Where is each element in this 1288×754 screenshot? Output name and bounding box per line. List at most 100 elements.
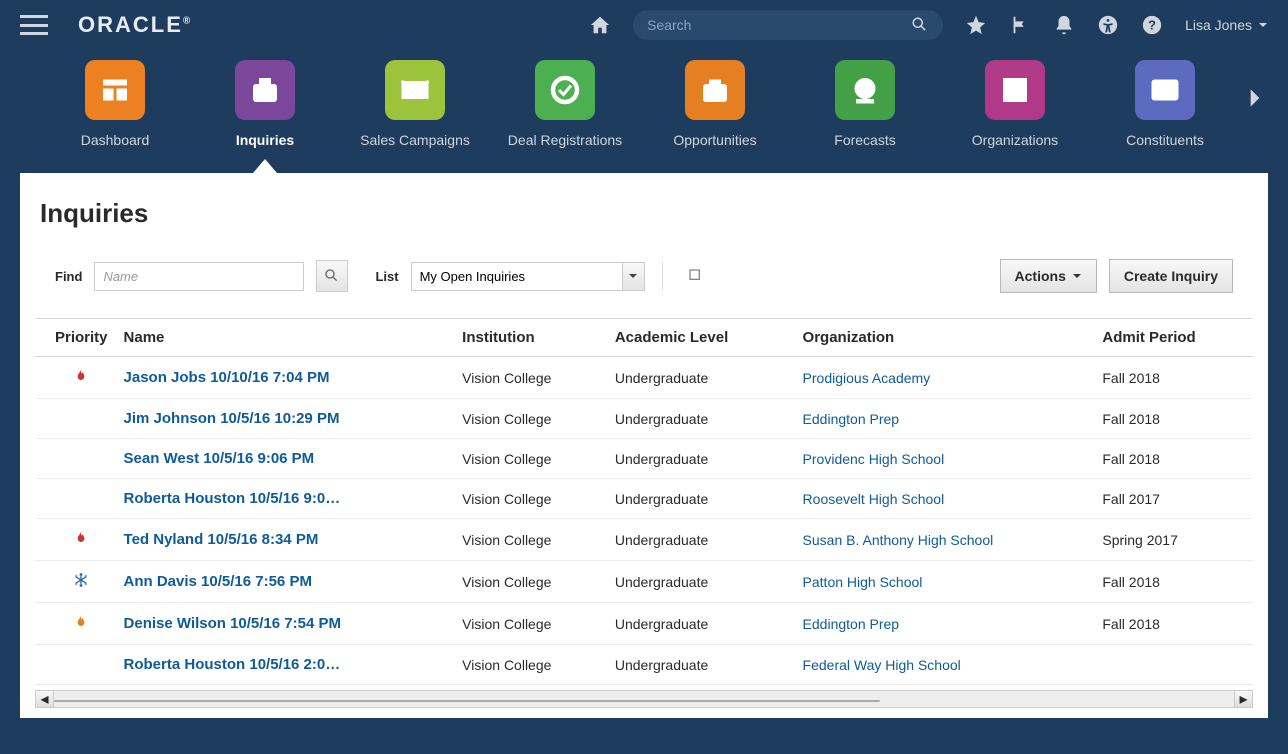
create-inquiry-button[interactable]: Create Inquiry <box>1109 259 1233 293</box>
org-link[interactable]: Patton High School <box>803 574 923 590</box>
nav-tile-sales-campaigns[interactable]: Sales Campaigns <box>340 60 490 148</box>
institution-cell: Vision College <box>454 357 607 399</box>
nav-tile-inquiries[interactable]: Inquiries <box>190 60 340 148</box>
priority-cell <box>35 399 116 439</box>
org-link[interactable]: Eddington Prep <box>803 411 900 427</box>
nav-tile-constituents[interactable]: Constituents <box>1090 60 1240 148</box>
tile-icon <box>85 60 145 120</box>
org-link[interactable]: Eddington Prep <box>803 616 900 632</box>
search-input[interactable] <box>647 17 911 33</box>
table-row: Jason Jobs 10/10/16 7:04 PM Vision Colleg… <box>35 357 1253 399</box>
export-button[interactable] <box>680 260 712 292</box>
scroll-right-button[interactable]: ▸ <box>1234 691 1252 707</box>
level-cell: Undergraduate <box>607 357 795 399</box>
institution-cell: Vision College <box>454 399 607 439</box>
name-link[interactable]: Denise Wilson 10/5/16 7:54 PM <box>124 615 341 632</box>
priority-cell <box>35 439 116 479</box>
tile-label: Organizations <box>972 132 1058 148</box>
tile-icon <box>385 60 445 120</box>
priority-cell <box>35 519 116 561</box>
table-row: Roberta Houston 10/5/16 2:0… Vision Colle… <box>35 645 1253 685</box>
tile-icon <box>985 60 1045 120</box>
org-link[interactable]: Susan B. Anthony High School <box>803 532 994 548</box>
org-link[interactable]: Providenc High School <box>803 451 945 467</box>
table-row: Jim Johnson 10/5/16 10:29 PM Vision Colle… <box>35 399 1253 439</box>
name-link[interactable]: Jim Johnson 10/5/16 10:29 PM <box>124 410 340 427</box>
nav-tile-organizations[interactable]: Organizations <box>940 60 1090 148</box>
period-cell <box>1094 645 1253 685</box>
h-scrollbar[interactable]: ◂ ▸ <box>35 690 1253 708</box>
institution-cell: Vision College <box>454 645 607 685</box>
nav-tile-dashboard[interactable]: Dashboard <box>40 60 190 148</box>
col-organization[interactable]: Organization <box>795 319 1095 357</box>
find-search-button[interactable] <box>316 260 348 292</box>
scroll-thumb[interactable] <box>54 700 880 702</box>
period-cell: Fall 2018 <box>1094 439 1253 479</box>
col-admit-period[interactable]: Admit Period <box>1094 319 1253 357</box>
tile-icon <box>835 60 895 120</box>
org-link[interactable]: Prodigious Academy <box>803 370 931 386</box>
svg-text:?: ? <box>1148 18 1156 33</box>
actions-button[interactable]: Actions <box>1000 259 1097 293</box>
table-row: Ann Davis 10/5/16 7:56 PMVision CollegeU… <box>35 561 1253 603</box>
period-cell: Fall 2018 <box>1094 561 1253 603</box>
name-link[interactable]: Roberta Houston 10/5/16 9:0… <box>124 490 341 507</box>
nav-next[interactable] <box>1242 85 1268 116</box>
list-input[interactable] <box>412 263 622 290</box>
flag-icon[interactable] <box>1009 14 1031 36</box>
col-academic-level[interactable]: Academic Level <box>607 319 795 357</box>
search-box[interactable] <box>633 10 943 40</box>
name-link[interactable]: Roberta Houston 10/5/16 2:0… <box>124 656 341 673</box>
name-link[interactable]: Ted Nyland 10/5/16 8:34 PM <box>124 531 319 548</box>
menu-icon[interactable] <box>20 15 48 35</box>
table-row: Denise Wilson 10/5/16 7:54 PMVision Coll… <box>35 603 1253 645</box>
period-cell: Spring 2017 <box>1094 519 1253 561</box>
col-name[interactable]: Name <box>116 319 455 357</box>
bell-icon[interactable] <box>1053 14 1075 36</box>
tile-label: Dashboard <box>81 132 150 148</box>
tile-label: Deal Registrations <box>508 132 622 148</box>
home-icon[interactable] <box>589 14 611 36</box>
tile-icon <box>685 60 745 120</box>
name-link[interactable]: Ann Davis 10/5/16 7:56 PM <box>124 573 312 590</box>
star-icon[interactable] <box>965 14 987 36</box>
nav-tile-forecasts[interactable]: Forecasts <box>790 60 940 148</box>
level-cell: Undergraduate <box>607 561 795 603</box>
level-cell: Undergraduate <box>607 645 795 685</box>
toolbar: Find List Actions Create Inquiry <box>35 259 1253 318</box>
tile-label: Constituents <box>1126 132 1204 148</box>
org-link[interactable]: Roosevelt High School <box>803 491 945 507</box>
find-input[interactable] <box>94 262 304 291</box>
tile-label: Forecasts <box>834 132 895 148</box>
tile-icon <box>1135 60 1195 120</box>
institution-cell: Vision College <box>454 479 607 519</box>
col-institution[interactable]: Institution <box>454 319 607 357</box>
search-icon[interactable] <box>911 16 929 34</box>
level-cell: Undergraduate <box>607 399 795 439</box>
list-label: List <box>375 269 398 284</box>
level-cell: Undergraduate <box>607 479 795 519</box>
org-link[interactable]: Federal Way High School <box>803 657 961 673</box>
name-link[interactable]: Jason Jobs 10/10/16 7:04 PM <box>124 369 330 386</box>
level-cell: Undergraduate <box>607 439 795 479</box>
col-priority[interactable]: Priority <box>35 319 116 357</box>
period-cell: Fall 2018 <box>1094 399 1253 439</box>
tile-label: Sales Campaigns <box>360 132 470 148</box>
priority-cell <box>35 561 116 603</box>
period-cell: Fall 2018 <box>1094 357 1253 399</box>
page-title: Inquiries <box>40 198 1253 229</box>
user-menu[interactable]: Lisa Jones <box>1185 17 1268 33</box>
help-icon[interactable]: ? <box>1141 14 1163 36</box>
tile-icon <box>535 60 595 120</box>
priority-cell <box>35 479 116 519</box>
accessibility-icon[interactable] <box>1097 14 1119 36</box>
nav-tile-deal-registrations[interactable]: Deal Registrations <box>490 60 640 148</box>
name-link[interactable]: Sean West 10/5/16 9:06 PM <box>124 450 315 467</box>
scroll-left-button[interactable]: ◂ <box>36 691 54 707</box>
logo: ORACLE® <box>78 12 192 38</box>
table-row: Sean West 10/5/16 9:06 PMVision CollegeU… <box>35 439 1253 479</box>
list-dropdown-button[interactable] <box>622 263 644 290</box>
nav-tile-opportunities[interactable]: Opportunities <box>640 60 790 148</box>
table-row: Ted Nyland 10/5/16 8:34 PMVision College… <box>35 519 1253 561</box>
list-select[interactable] <box>411 262 645 291</box>
